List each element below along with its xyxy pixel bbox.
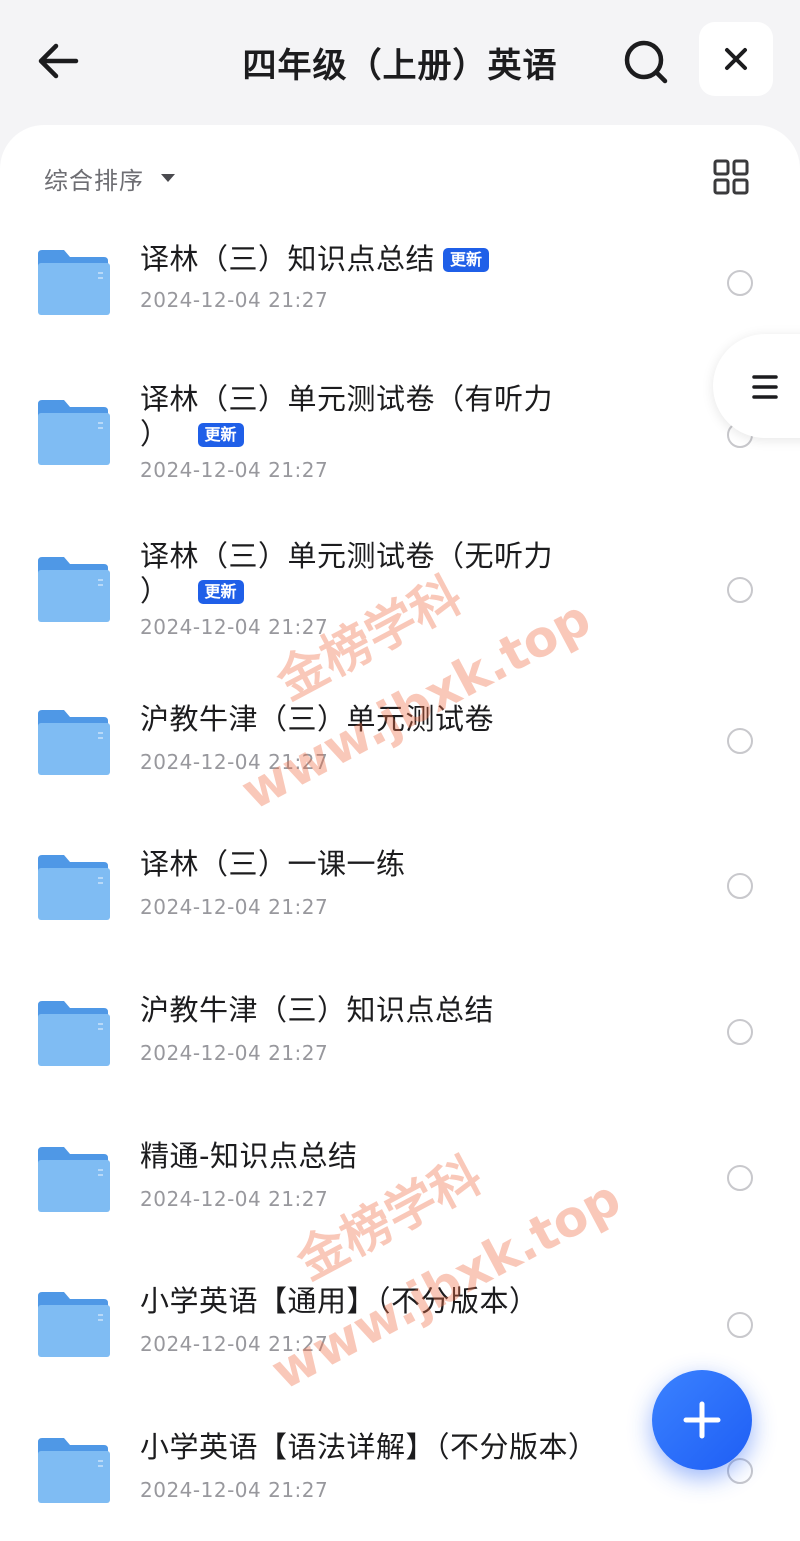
back-button[interactable] [32, 36, 88, 86]
item-name-line2: ） [140, 417, 170, 451]
list-item[interactable]: 精通-知识点总结 2024-12-04 21:27 [0, 1127, 800, 1237]
item-date: 2024-12-04 21:27 [140, 1041, 329, 1065]
select-radio[interactable] [727, 577, 753, 603]
sort-dropdown[interactable]: 综合排序 [44, 158, 176, 198]
item-date: 2024-12-04 21:27 [140, 1478, 329, 1502]
sort-label: 综合排序 [44, 166, 144, 195]
caret-down-icon [161, 174, 175, 182]
list-item[interactable]: 沪教牛津（三）知识点总结 2024-12-04 21:27 [0, 981, 800, 1091]
grid-icon [713, 159, 749, 195]
item-name-line1: 译林（三）单元测试卷（无听力 [140, 539, 554, 573]
item-name: 沪教牛津（三）知识点总结 [140, 993, 495, 1027]
menu-icon [752, 375, 778, 399]
search-icon [624, 40, 668, 84]
list-item[interactable]: 译林（三）单元测试卷（有听力 ） 更新 2024-12-04 21:27 [0, 370, 800, 500]
item-name-line1: 译林（三）单元测试卷（有听力 [140, 382, 554, 416]
item-name: 沪教牛津（三）单元测试卷 [140, 702, 495, 736]
item-date: 2024-12-04 21:27 [140, 288, 329, 312]
list-item[interactable]: 沪教牛津（三）单元测试卷 2024-12-04 21:27 [0, 690, 800, 800]
select-radio[interactable] [727, 1312, 753, 1338]
item-date: 2024-12-04 21:27 [140, 458, 329, 482]
item-name: 小学英语【语法详解】（不分版本） [140, 1430, 598, 1464]
select-radio[interactable] [727, 1458, 753, 1484]
item-name: 译林（三）知识点总结 [140, 242, 436, 276]
item-date: 2024-12-04 21:27 [140, 615, 329, 639]
folder-icon [38, 400, 110, 465]
item-name: 小学英语【通用】（不分版本） [140, 1284, 539, 1318]
update-badge: 更新 [443, 248, 490, 272]
folder-icon [38, 1147, 110, 1212]
update-badge: 更新 [197, 580, 244, 604]
item-date: 2024-12-04 21:27 [140, 895, 329, 919]
list-item[interactable]: 译林（三）单元测试卷（无听力 ） 更新 2024-12-04 21:27 [0, 527, 800, 657]
page-title: 四年级（上册）英语 [242, 46, 558, 86]
item-name-line2: ） [140, 574, 170, 608]
folder-icon [38, 250, 110, 315]
list-item[interactable]: 小学英语【通用】（不分版本） 2024-12-04 21:27 [0, 1272, 800, 1382]
arrow-left-icon [38, 43, 79, 79]
close-button[interactable] [699, 22, 773, 96]
item-date: 2024-12-04 21:27 [140, 1332, 329, 1356]
folder-icon [38, 1001, 110, 1066]
item-name: 精通-知识点总结 [140, 1139, 358, 1173]
item-date: 2024-12-04 21:27 [140, 1187, 329, 1211]
select-radio[interactable] [727, 1019, 753, 1045]
grid-view-button[interactable] [713, 159, 749, 195]
list-item[interactable]: 译林（三）知识点总结 更新 2024-12-04 21:27 [0, 230, 800, 340]
folder-icon [38, 1438, 110, 1503]
folder-icon [38, 855, 110, 920]
list-item[interactable]: 译林（三）一课一练 2024-12-04 21:27 [0, 835, 800, 945]
select-radio[interactable] [727, 270, 753, 296]
close-icon [725, 48, 747, 70]
update-badge: 更新 [197, 423, 244, 447]
folder-icon [38, 710, 110, 775]
folder-icon [38, 1292, 110, 1357]
search-button[interactable] [620, 36, 672, 88]
select-radio[interactable] [727, 728, 753, 754]
top-bar: 四年级（上册）英语 [0, 0, 800, 125]
item-name: 译林（三）一课一练 [140, 847, 406, 881]
item-date: 2024-12-04 21:27 [140, 750, 329, 774]
select-radio[interactable] [727, 873, 753, 899]
add-button[interactable] [652, 1370, 752, 1470]
plus-icon [683, 1401, 721, 1439]
folder-icon [38, 557, 110, 622]
select-radio[interactable] [727, 1165, 753, 1191]
